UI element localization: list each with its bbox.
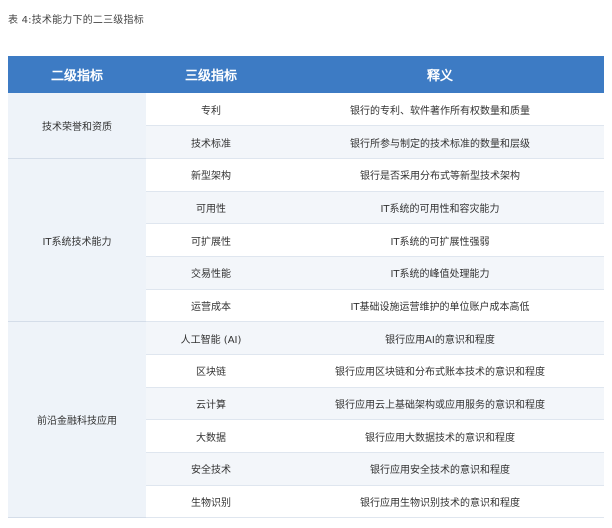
indicator-table-container: 二级指标 三级指标 释义 技术荣誉和资质 专利 银行的专利、软件著作所有权数量和…	[8, 56, 604, 519]
level3-cell: 可用性	[146, 191, 276, 225]
definition-cell: 银行的专利、软件著作所有权数量和质量	[276, 93, 604, 127]
level3-cell: 新型架构	[146, 158, 276, 192]
definition-cell: 银行应用AI的意识和程度	[276, 321, 604, 355]
definition-cell: 银行应用安全技术的意识和程度	[276, 452, 604, 486]
level3-cell: 人工智能 (AI)	[146, 321, 276, 355]
group-label: 前沿金融科技应用	[8, 321, 146, 519]
definition-cell: 银行应用大数据技术的意识和程度	[276, 419, 604, 454]
level3-cell: 区块链	[146, 354, 276, 388]
definition-cell: 银行所参与制定的技术标准的数量和层级	[276, 125, 604, 159]
definition-cell: IT系统的可扩展性强弱	[276, 223, 604, 257]
table-header: 二级指标 三级指标 释义	[8, 56, 604, 93]
table-row: 技术荣誉和资质 专利 银行的专利、软件著作所有权数量和质量	[8, 93, 604, 159]
table-caption: 表 4:技术能力下的二三级指标	[8, 15, 144, 26]
header-level2: 二级指标	[8, 56, 146, 93]
table-row: 前沿金融科技应用 人工智能 (AI) 银行应用AI的意识和程度	[8, 321, 604, 519]
definition-cell: IT基础设施运营维护的单位账户成本高低	[276, 289, 604, 323]
level3-cell: 专利	[146, 93, 276, 127]
definition-cell: IT系统的峰值处理能力	[276, 256, 604, 290]
header-level3: 三级指标	[146, 56, 276, 93]
table-body: 技术荣誉和资质 专利 银行的专利、软件著作所有权数量和质量 技术标准 银行所参与…	[8, 93, 604, 519]
level3-cell: 可扩展性	[146, 223, 276, 257]
definition-cell: 银行应用云上基础架构或应用服务的意识和程度	[276, 387, 604, 421]
definition-cell: 银行应用区块链和分布式账本技术的意识和程度	[276, 354, 604, 388]
group-label: 技术荣誉和资质	[8, 93, 146, 159]
level3-cell: 生物识别	[146, 485, 276, 519]
level3-cell: 技术标准	[146, 125, 276, 159]
level3-cell: 安全技术	[146, 452, 276, 486]
definition-cell: 银行应用生物识别技术的意识和程度	[276, 485, 604, 519]
table-row: IT系统技术能力 新型架构 银行是否采用分布式等新型技术架构	[8, 158, 604, 323]
level3-cell: 交易性能	[146, 256, 276, 290]
header-definition: 释义	[276, 56, 604, 93]
level3-cell: 云计算	[146, 387, 276, 421]
header-row: 二级指标 三级指标 释义	[8, 56, 604, 93]
definition-cell: IT系统的可用性和容灾能力	[276, 191, 604, 225]
group-label: IT系统技术能力	[8, 158, 146, 323]
definition-cell: 银行是否采用分布式等新型技术架构	[276, 158, 604, 192]
level3-cell: 运营成本	[146, 289, 276, 323]
indicator-table: 二级指标 三级指标 释义 技术荣誉和资质 专利 银行的专利、软件著作所有权数量和…	[8, 56, 604, 519]
level3-cell: 大数据	[146, 419, 276, 454]
